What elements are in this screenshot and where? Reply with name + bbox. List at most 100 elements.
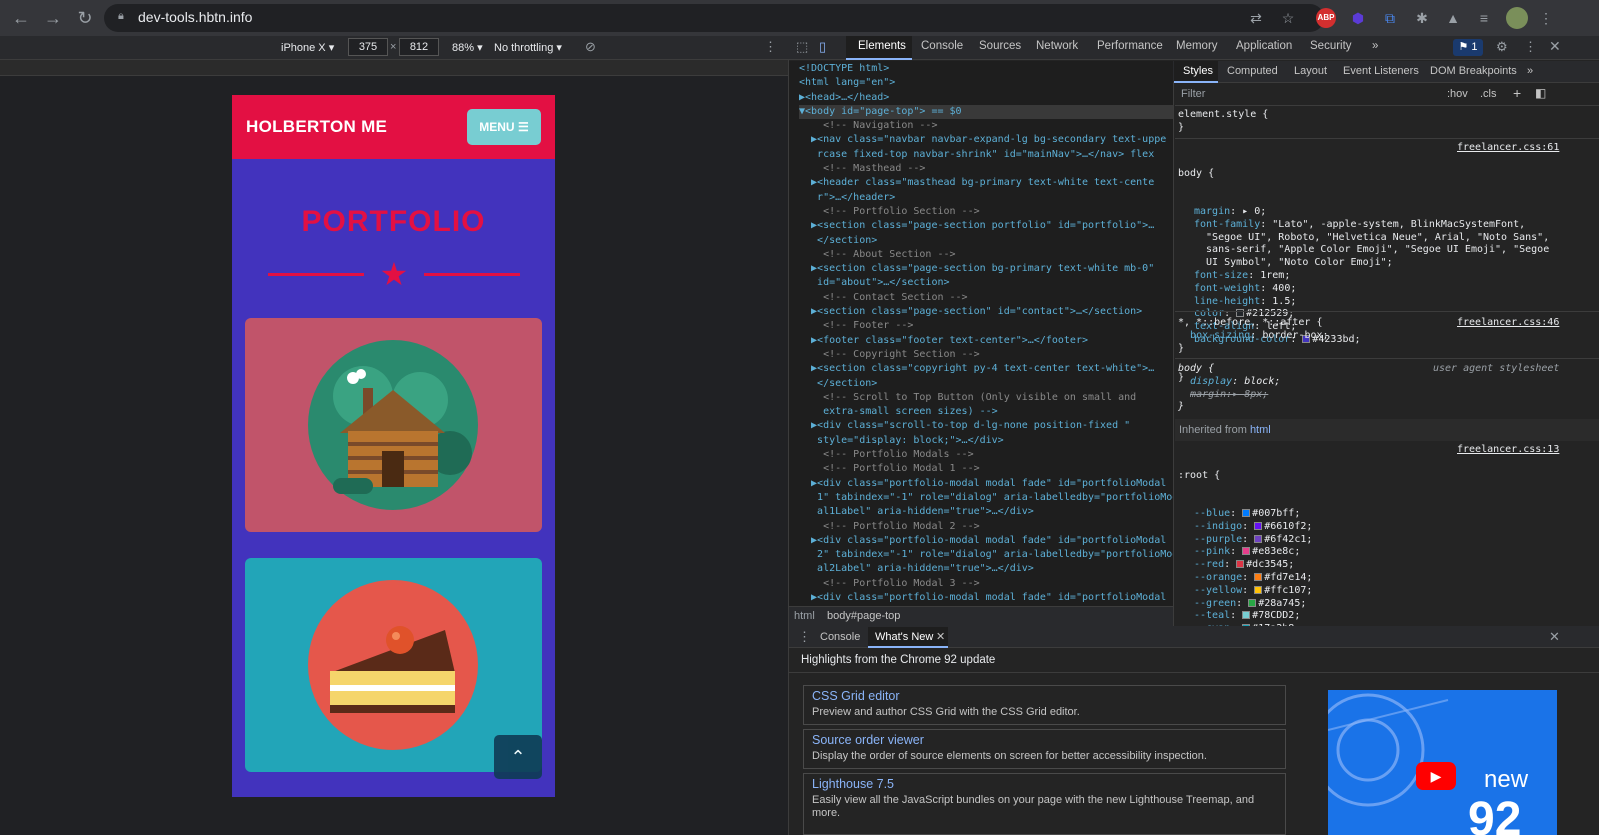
translate-icon[interactable]: ⇄: [1246, 8, 1266, 28]
tab-memory[interactable]: Memory: [1176, 40, 1218, 52]
dom-line[interactable]: <!-- Navigation -->: [799, 119, 1173, 133]
css-declaration[interactable]: font-weight: 400;: [1178, 283, 1558, 296]
dom-line[interactable]: 2" tabindex="-1" role="dialog" aria-labe…: [799, 548, 1173, 562]
dom-line[interactable]: ▶<footer class="footer text-center">…</f…: [799, 334, 1173, 348]
extension-hex-icon[interactable]: ⬢: [1348, 8, 1368, 28]
profile-avatar[interactable]: [1506, 7, 1528, 29]
video-thumbnail[interactable]: ▶ new 92: [1328, 690, 1557, 835]
star-bookmark-icon[interactable]: ☆: [1278, 8, 1298, 28]
reading-list-icon[interactable]: ≡: [1474, 8, 1494, 28]
feature-card-source-order[interactable]: Source order viewer Display the order of…: [803, 729, 1286, 769]
more-subtabs-icon[interactable]: »: [1527, 65, 1533, 77]
css-variable[interactable]: --green: #28a745;: [1178, 598, 1330, 611]
dom-line[interactable]: ▶<section class="page-section" id="conta…: [799, 305, 1173, 319]
feature-card-lighthouse[interactable]: Lighthouse 7.5 Easily view all the JavaS…: [803, 773, 1286, 835]
dom-line[interactable]: ▶<div class="portfolio-modal modal fade"…: [799, 477, 1173, 491]
cls-toggle[interactable]: .cls: [1480, 88, 1497, 100]
body-rule[interactable]: body { margin: ▸ 0; font-family: "Lato", …: [1178, 142, 1558, 398]
dom-line[interactable]: </section>: [799, 234, 1173, 248]
throttle-select[interactable]: No throttling ▾: [494, 41, 562, 54]
filter-input[interactable]: Filter: [1181, 88, 1205, 100]
dom-line[interactable]: ▶<div class="scroll-to-top d-lg-none pos…: [799, 419, 1173, 433]
dom-line[interactable]: <!-- Scroll to Top Button (Only visible …: [799, 391, 1173, 405]
dom-line[interactable]: <!-- Portfolio Modal 1 -->: [799, 462, 1173, 476]
dom-line[interactable]: 1" tabindex="-1" role="dialog" aria-labe…: [799, 491, 1173, 505]
issues-badge[interactable]: ⚑ 1: [1453, 39, 1483, 56]
dom-line[interactable]: rcase fixed-top navbar-shrink" id="mainN…: [799, 148, 1173, 162]
rotate-icon[interactable]: ⊘: [585, 39, 596, 55]
crumb-body[interactable]: body#page-top: [827, 610, 900, 622]
dom-line[interactable]: ▶<div class="portfolio-modal modal fade"…: [799, 534, 1173, 548]
youtube-play-icon[interactable]: ▶: [1416, 762, 1456, 790]
css-variable[interactable]: --blue: #007bff;: [1178, 508, 1330, 521]
dom-line[interactable]: <!-- Contact Section -->: [799, 291, 1173, 305]
subtab-computed[interactable]: Computed: [1227, 65, 1278, 77]
dom-line[interactable]: <!-- Footer -->: [799, 319, 1173, 333]
css-declaration[interactable]: font-family: "Lato", -apple-system, Blin…: [1178, 219, 1558, 232]
css-variable[interactable]: --red: #dc3545;: [1178, 559, 1330, 572]
universal-rule[interactable]: *, *::before, *::after { box-sizing: bor…: [1178, 317, 1329, 355]
back-arrow-icon[interactable]: ←: [10, 7, 32, 29]
scroll-to-top-button[interactable]: ⌃: [494, 735, 542, 779]
dom-line[interactable]: ▶<section class="copyright py-4 text-cen…: [799, 362, 1173, 376]
feature-title[interactable]: CSS Grid editor: [812, 689, 900, 703]
color-swatch[interactable]: [1248, 598, 1257, 607]
subtab-event-listeners[interactable]: Event Listeners: [1343, 65, 1419, 77]
color-swatch[interactable]: [1242, 611, 1251, 620]
dom-line[interactable]: ▶<section class="page-section bg-primary…: [799, 262, 1173, 276]
forward-arrow-icon[interactable]: →: [42, 7, 64, 29]
dom-line[interactable]: al2Label" aria-hidden="true">…</div>: [799, 562, 1173, 576]
feature-title[interactable]: Source order viewer: [812, 733, 924, 747]
url-text[interactable]: dev-tools.hbtn.info: [138, 9, 252, 25]
more-vert-icon[interactable]: ⋮: [1536, 8, 1556, 28]
drawer-menu-icon[interactable]: ⋮: [798, 629, 811, 645]
dom-line[interactable]: id="about">…</section>: [799, 276, 1173, 290]
dom-line[interactable]: <!-- Copyright Section -->: [799, 348, 1173, 362]
hov-toggle[interactable]: :hov: [1447, 88, 1468, 100]
universal-rule-source[interactable]: freelancer.css:46: [1457, 317, 1559, 328]
css-variable[interactable]: --pink: #e83e8c;: [1178, 546, 1330, 559]
dom-line[interactable]: ▶<section class="page-section portfolio"…: [799, 219, 1173, 233]
dom-line[interactable]: <!-- Portfolio Section -->: [799, 205, 1173, 219]
elements-tree[interactable]: <!DOCTYPE html> <html lang="en"> ▶<head>…<…: [789, 61, 1173, 606]
dom-line[interactable]: <html lang="en">: [799, 76, 1173, 90]
site-brand[interactable]: HOLBERTON ME: [246, 117, 387, 137]
dom-line[interactable]: <!-- Masthead -->: [799, 162, 1173, 176]
inspect-element-icon[interactable]: ⬚: [796, 39, 808, 55]
device-more-icon[interactable]: ⋮: [764, 39, 777, 55]
dom-line[interactable]: <!-- Portfolio Modals -->: [799, 448, 1173, 462]
css-declaration[interactable]: margin: ▸ 0;: [1178, 206, 1558, 219]
color-swatch[interactable]: [1242, 508, 1251, 517]
devtools-more-icon[interactable]: ⋮: [1524, 39, 1537, 55]
element-style-rule[interactable]: element.style { }: [1178, 109, 1268, 135]
tab-network[interactable]: Network: [1036, 40, 1078, 52]
subtab-styles[interactable]: Styles: [1183, 65, 1213, 77]
tab-console[interactable]: Console: [921, 40, 963, 52]
dom-line[interactable]: r">…</header>: [799, 191, 1173, 205]
width-input[interactable]: 375: [348, 38, 388, 56]
close-tab-icon[interactable]: ✕: [936, 630, 945, 643]
dom-line[interactable]: ▶<header class="masthead bg-primary text…: [799, 176, 1173, 190]
dom-line[interactable]: ▼<body id="page-top"> == $0: [799, 104, 1173, 120]
dom-line[interactable]: <!-- About Section -->: [799, 248, 1173, 262]
drawer-tab-whats-new[interactable]: What's New: [875, 631, 933, 643]
color-swatch[interactable]: [1242, 547, 1251, 556]
css-declaration[interactable]: UI Symbol", "Noto Color Emoji";: [1178, 257, 1558, 270]
google-translate-icon[interactable]: ⧉: [1380, 8, 1400, 28]
new-rule-plus-icon[interactable]: +: [1513, 85, 1521, 101]
tab-sources[interactable]: Sources: [979, 40, 1021, 52]
css-variable[interactable]: --yellow: #ffc107;: [1178, 585, 1330, 598]
dom-line[interactable]: extra-small screen sizes) -->: [799, 405, 1173, 419]
inherited-from-link[interactable]: html: [1250, 424, 1271, 436]
dom-line[interactable]: al1Label" aria-hidden="true">…</div>: [799, 505, 1173, 519]
color-swatch[interactable]: [1254, 585, 1263, 594]
dom-line[interactable]: </section>: [799, 377, 1173, 391]
tab-application[interactable]: Application: [1236, 40, 1292, 52]
drawer-tab-console[interactable]: Console: [820, 631, 860, 643]
color-swatch[interactable]: [1254, 572, 1263, 581]
menu-button[interactable]: MENU ☰: [467, 109, 541, 145]
zoom-select[interactable]: 88% ▾: [452, 41, 483, 54]
close-drawer-icon[interactable]: ✕: [1549, 629, 1560, 645]
css-declaration[interactable]: "Segoe UI", Roboto, "Helvetica Neue", Ar…: [1178, 232, 1558, 245]
height-input[interactable]: 812: [399, 38, 439, 56]
